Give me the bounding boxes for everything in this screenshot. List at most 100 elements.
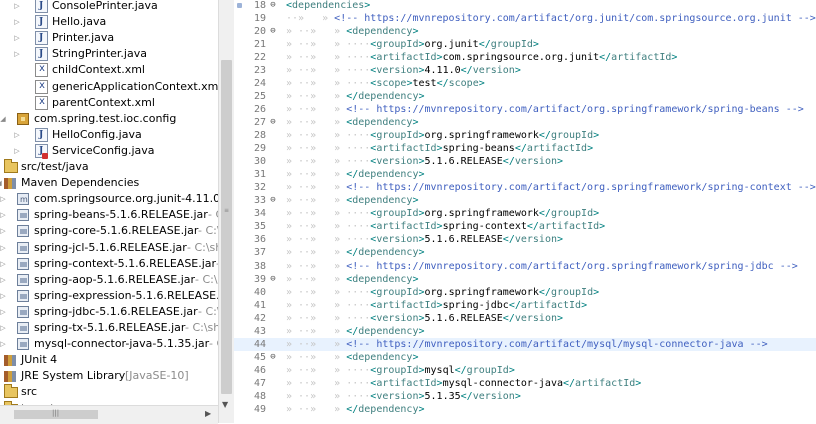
whitespace-markers: » ··» » (286, 103, 347, 115)
code-line[interactable]: 38 » ··» » <!-- https://mvnrepository.com… (234, 260, 816, 273)
tree-item[interactable]: ▷ Hello.java (0, 14, 218, 30)
tree-item[interactable]: ▷ spring-jcl-5.1.6.RELEASE.jar - C:\shin (0, 240, 218, 256)
scroll-down-arrow-icon[interactable]: ▼ (222, 400, 228, 409)
package-explorer-tree[interactable]: ▷ ConsolePrinter.java ▷ Hello.java ▷ Printer.… (0, 0, 218, 423)
code-line[interactable]: 29» ··» » ····<artifactId>spring-beans</… (234, 142, 816, 155)
code-line[interactable]: 41» ··» » ····<artifactId>spring-jdbc</a… (234, 299, 816, 312)
expand-arrow-icon[interactable]: ▷ (13, 14, 21, 30)
tree-vertical-scrollbar[interactable]: ≡ ▼ (218, 0, 234, 423)
code-line[interactable]: 21» ··» » ····<groupId>org.junit</groupI… (234, 38, 816, 51)
code-line[interactable]: 28» ··» » ····<groupId>org.springframewo… (234, 129, 816, 142)
expand-arrow-icon[interactable]: ▷ (0, 240, 7, 256)
tree-item[interactable]: ▷spring-context-5.1.6.RELEASE.jar - C:\ (0, 256, 218, 272)
xml-tag-name: version (376, 156, 419, 168)
tree-item[interactable]: ▷ HelloConfig.java (0, 127, 218, 143)
code-line[interactable]: 47 » ··» » ····<artifactId>mysql-connecto… (234, 377, 816, 390)
fold-toggle-icon[interactable]: ⊖ (268, 194, 278, 207)
code-line[interactable]: 39 ⊖ » ··» » <dependency> (234, 273, 816, 286)
xml-bracket: > (412, 273, 419, 285)
code-line[interactable]: 23 » ··» » ····<version>4.11.0</version> (234, 64, 816, 77)
code-line[interactable]: 31 » ··» » </dependency> (234, 168, 816, 181)
tree-item[interactable]: ▷ spring-jdbc-5.1.6.RELEASE.jar - C:\shi (0, 304, 218, 320)
expand-arrow-icon[interactable]: ▷ (0, 272, 7, 288)
expand-arrow-icon[interactable]: ▷ (0, 304, 7, 320)
tree-item[interactable]: src/test/java (0, 159, 218, 175)
tree-item[interactable]: ◢ com.spring.test.ioc.config (0, 111, 218, 127)
tree-item[interactable]: ▷spring-expression-5.1.6.RELEASE.jar - (0, 288, 218, 304)
tree-item[interactable]: JUnit 4 (0, 352, 218, 368)
tree-item[interactable]: childContext.xml (0, 62, 218, 78)
code-line[interactable]: 34» ··» » ····<groupId>org.springframewo… (234, 207, 816, 220)
tree-vertical-scrollbar-thumb[interactable] (221, 60, 232, 394)
expand-arrow-icon[interactable]: ▷ (0, 256, 7, 272)
xml-tag-name: artifactId (376, 377, 437, 389)
code-line[interactable]: 30 » ··» » ····<version>5.1.6.RELEASE</ve… (234, 155, 816, 168)
expand-arrow-icon[interactable]: ▷ (13, 127, 21, 143)
whitespace-markers: » ··» » (286, 273, 347, 285)
xml-editor[interactable]: 18 ⊖ <dependencies> 19 ··» » <!-- https://mv… (234, 0, 816, 423)
code-line[interactable]: 32 » ··» » <!-- https://mvnrepository.com… (234, 181, 816, 194)
xml-tag-name: version (472, 64, 515, 76)
tree-item[interactable]: ◢ Maven Dependencies (0, 175, 218, 191)
code-line[interactable]: 48 » ··» » ····<version>5.1.35</version> (234, 390, 816, 403)
expand-arrow-icon[interactable]: ▷ (0, 288, 7, 304)
tree-item[interactable]: ▷ StringPrinter.java (0, 46, 218, 62)
xml-tag-name: groupId (376, 286, 419, 298)
code-line[interactable]: 43 » ··» » </dependency> (234, 325, 816, 338)
fold-toggle-icon[interactable]: ⊖ (268, 116, 278, 129)
code-line[interactable]: 27 ⊖ » ··» » <dependency> (234, 116, 816, 129)
scroll-right-arrow-icon[interactable]: ▶ (205, 409, 211, 418)
code-line[interactable]: 19 ··» » <!-- https://mvnrepository.com/a… (234, 12, 816, 25)
code-line[interactable]: 46» ··» » ····<groupId>mysql</groupId> (234, 364, 816, 377)
code-line[interactable]: 36 » ··» » ····<version>5.1.6.RELEASE</ve… (234, 233, 816, 246)
code-line[interactable]: 25 » ··» » </dependency> (234, 90, 816, 103)
expand-arrow-icon[interactable]: ▷ (0, 320, 7, 336)
code-line[interactable]: 35» ··» » ····<artifactId>spring-context… (234, 220, 816, 233)
expand-arrow-icon[interactable]: ▷ (0, 191, 7, 207)
whitespace-markers: » ··» » ···· (286, 364, 371, 376)
tree-horizontal-scrollbar[interactable]: ||| ▶ (0, 405, 218, 424)
tree-item[interactable]: ▷com.springsource.org.junit-4.11.0.jar - (0, 191, 218, 208)
fold-toggle-icon[interactable]: ⊖ (268, 273, 278, 286)
expand-arrow-icon[interactable]: ▷ (0, 207, 7, 223)
code-line[interactable]: 26 » ··» » <!-- https://mvnrepository.com… (234, 103, 816, 116)
expand-arrow-icon[interactable]: ▷ (13, 0, 21, 14)
code-line[interactable]: 49 » ··» » </dependency> (234, 403, 816, 416)
tree-item[interactable]: ▷ spring-beans-5.1.6.RELEASE.jar - C:\s (0, 207, 218, 223)
expand-arrow-icon[interactable]: ▷ (13, 143, 21, 159)
expand-arrow-icon[interactable]: ▷ (0, 336, 7, 352)
tree-item[interactable]: ▷ spring-tx-5.1.6.RELEASE.jar - C:\shin\ (0, 320, 218, 336)
code-text: » ··» » ····<version>5.1.6.RELEASE</vers… (286, 233, 563, 246)
code-line[interactable]: 24» ··» » ····<scope>test</scope> (234, 77, 816, 90)
tree-item[interactable]: src (0, 384, 218, 400)
tree-item[interactable]: JRE System Library [JavaSE-10] (0, 368, 218, 384)
code-line[interactable]: 42 » ··» » ····<version>5.1.6.RELEASE</ve… (234, 312, 816, 325)
tree-item[interactable]: genericApplicationContext.xml (0, 79, 218, 95)
code-line[interactable]: 37 » ··» » </dependency> (234, 246, 816, 259)
tree-item[interactable]: parentContext.xml (0, 95, 218, 111)
code-line[interactable]: 45 ⊖ » ··» » <dependency> (234, 351, 816, 364)
fold-toggle-icon[interactable]: ⊖ (268, 0, 278, 12)
code-line[interactable]: 22 » ··» » ····<artifactId>com.springsour… (234, 51, 816, 64)
fold-toggle-icon[interactable]: ⊖ (268, 351, 278, 364)
tree-item[interactable]: ▷ mysql-connector-java-5.1.35.jar - C:\ (0, 336, 218, 352)
tree-item[interactable]: ▷ spring-aop-5.1.6.RELEASE.jar - C:\shi (0, 272, 218, 288)
fold-toggle-icon[interactable]: ⊖ (268, 25, 278, 38)
code-line[interactable]: 18 ⊖ <dependencies> (234, 0, 816, 12)
expand-arrow-icon[interactable]: ▷ (13, 30, 21, 46)
code-line[interactable]: 20 ⊖ » ··» » <dependency> (234, 25, 816, 38)
code-line[interactable]: 40» ··» » ····<groupId>org.springframewo… (234, 286, 816, 299)
tree-item[interactable]: ▷ spring-core-5.1.6.RELEASE.jar - C:\shi (0, 223, 218, 239)
tree-item[interactable]: ▷ ConsolePrinter.java (0, 0, 218, 14)
line-number: 43 (253, 325, 266, 337)
code-line[interactable]: 33 ⊖ » ··» » <dependency> (234, 194, 816, 207)
code-text: » ··» » <!-- https://mvnrepository.com/a… (286, 338, 768, 351)
code-line[interactable]: 44 » ··» » <!-- https://mvnrepository.com… (234, 337, 816, 351)
expand-arrow-icon[interactable]: ▷ (13, 46, 21, 62)
expand-arrow-icon[interactable]: ▷ (0, 223, 7, 239)
xml-tag-name: groupId (550, 286, 594, 298)
tree-item[interactable]: ▷ Printer.java (0, 30, 218, 46)
expand-collapse-icon[interactable]: ◢ (0, 111, 7, 127)
tree-item[interactable]: ▷ ServiceConfig.java (0, 143, 218, 159)
expand-collapse-icon[interactable]: ◢ (0, 175, 3, 191)
